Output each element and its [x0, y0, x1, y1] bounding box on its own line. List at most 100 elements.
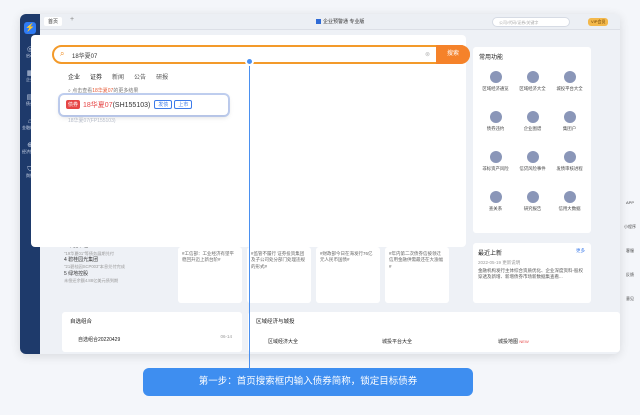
top-bar: 首页 + 企业预警通 专业版 公司/代码/证券/关键字 VIP会员	[40, 14, 620, 30]
portfolio-item[interactable]: 自选组合20220429	[78, 336, 120, 343]
search-box[interactable]: ⌕ 18华夏07 ⊗ 搜索	[52, 45, 470, 64]
region-economy-button[interactable]: 区域经济大全	[268, 338, 298, 345]
news-card[interactable]: #工信部：工业经济有望平稳回升迈上新台阶#	[178, 247, 242, 303]
function-item[interactable]: 城投平台大全	[551, 65, 588, 105]
function-item[interactable]: 集团户	[551, 105, 588, 145]
latest-updates: 最近上新 更多 2022-05-19 更新说明 金融机构发行主体综合资质优化、企…	[473, 243, 591, 303]
more-link[interactable]: 更多	[576, 248, 585, 254]
function-item[interactable]: 信用大数据	[551, 185, 588, 225]
search-input[interactable]: 18华夏07	[72, 51, 97, 60]
function-item[interactable]: 企业图谱	[514, 105, 551, 145]
function-item[interactable]: 研究报告	[514, 185, 551, 225]
latest-text[interactable]: 金融机构发行主体综合资质优化、企业深度资料-股权穿透及新增、新增债券市场新数据集…	[478, 268, 586, 280]
customer-service-button[interactable]: 客服	[620, 248, 640, 272]
function-icon	[563, 191, 576, 203]
hint-suffix: 的更多结果	[113, 88, 139, 94]
bond-code: (SH155103)	[112, 102, 151, 109]
function-label: 债券违约	[486, 126, 505, 131]
top-search-input[interactable]: 公司/代码/证券/关键字	[492, 17, 570, 27]
feedback-button[interactable]: 反馈	[620, 272, 640, 296]
function-label: 研究报告	[523, 206, 542, 211]
function-icon	[526, 191, 539, 203]
portfolio-card: 自选组合 自选组合20220429 06-14	[62, 312, 242, 352]
panel-title: 常用功能	[479, 55, 504, 61]
function-grid: 区域经济通览 区域经济大全 城投平台大全 债券违约 企业图谱 集团户 非标资产风…	[477, 65, 589, 225]
latest-title: 最近上新	[478, 251, 503, 257]
function-label: 信贷风险事件	[519, 166, 546, 171]
function-item[interactable]: 区域经济通览	[477, 65, 514, 105]
function-label: 信用大数据	[558, 206, 581, 211]
app-download-button[interactable]: APP	[620, 200, 640, 224]
function-label: 区域经济大全	[519, 86, 546, 91]
new-badge: NEW	[519, 339, 529, 344]
tab-home[interactable]: 首页	[44, 17, 63, 26]
region-title: 区域经济与城投	[256, 319, 295, 325]
function-icon	[489, 71, 502, 83]
lgfv-platform-button[interactable]: 城投平台大全	[382, 338, 412, 345]
function-item[interactable]: 发债审核进程	[551, 145, 588, 185]
function-label: 区域经济通览	[482, 86, 509, 91]
function-icon	[526, 111, 539, 123]
add-tab-icon[interactable]: +	[70, 16, 74, 23]
latest-date: 2022-05-19 更新说明	[478, 260, 521, 265]
lgfv-map-button[interactable]: 城投地图 NEW	[498, 338, 529, 345]
hot-events-list: 1 华夏幸福"19华夏01"等债务展期兑付 4 碧桂园光集团"21碧桂园SCP0…	[64, 243, 172, 284]
function-item[interactable]: 信贷风险事件	[514, 145, 551, 185]
tab-news[interactable]: 新闻	[112, 75, 124, 81]
function-icon	[489, 111, 502, 123]
callout-dot	[245, 57, 254, 66]
list-item-sub: 未偿还余额4.88亿美元债到期	[64, 278, 119, 284]
tab-securities[interactable]: 证券	[90, 75, 102, 81]
faded-result: 18华夏07(FP155103)	[68, 118, 116, 124]
bond-result-item[interactable]: 债券 18华夏07(SH155103) 发债 上市	[60, 95, 228, 115]
function-icon	[489, 191, 502, 203]
common-functions-panel: 常用功能 区域经济通览 区域经济大全 城投平台大全 债券违约 企业图谱 集团户 …	[473, 47, 591, 233]
search-button[interactable]: 搜索	[436, 45, 470, 64]
function-item[interactable]: 非标资产风险	[477, 145, 514, 185]
app-brand-icon	[316, 19, 321, 25]
function-icon	[563, 71, 576, 83]
bond-name: 18华夏07	[83, 102, 113, 109]
news-card[interactable]: #监管不履行 证券投资集团及子公司处分部门处理违规的形式#	[247, 247, 311, 303]
function-icon	[489, 151, 502, 163]
right-rail: APP 小程序 客服 反馈 意见	[620, 200, 640, 320]
issue-pill[interactable]: 发债	[154, 100, 173, 109]
lgfv-map-label: 城投地图	[498, 339, 519, 345]
function-icon	[526, 151, 539, 163]
portfolio-date: 06-14	[220, 334, 232, 339]
function-item[interactable]: 查关系	[477, 185, 514, 225]
tab-announcements[interactable]: 公告	[134, 75, 146, 81]
function-label: 企业图谱	[523, 126, 542, 131]
vip-badge[interactable]: VIP会员	[588, 18, 609, 26]
app-logo-icon: ⚡	[24, 22, 36, 34]
function-label: 查关系	[488, 206, 503, 211]
clear-icon[interactable]: ⊗	[425, 51, 430, 58]
hint-prefix: 点击查看	[72, 88, 93, 94]
mini-program-button[interactable]: 小程序	[620, 224, 640, 248]
hint-keyword: 18华夏07	[92, 88, 114, 94]
function-label: 集团户	[562, 126, 577, 131]
bond-tag: 债券	[66, 100, 81, 109]
callout-line	[249, 60, 250, 368]
tab-reports[interactable]: 研报	[156, 75, 168, 81]
region-card: 区域经济与城投 区域经济大全 城投平台大全 城投地图 NEW	[248, 312, 620, 352]
step-caption: 第一步：首页搜索框内输入债券简称，锁定目标债券	[143, 368, 473, 396]
function-item[interactable]: 债券违约	[477, 105, 514, 145]
tab-company[interactable]: 企业	[68, 75, 80, 81]
function-item[interactable]: 区域经济大全	[514, 65, 551, 105]
function-label: 城投平台大全	[556, 86, 583, 91]
list-item[interactable]: 5 绿地控股 未偿还余额4.88亿美元债到期	[64, 271, 172, 285]
list-item[interactable]: 4 碧桂园光集团 "21碧桂园SCP003"本息兑付完成	[64, 257, 172, 271]
more-results-hint[interactable]: ⌕ 点击查看18华夏07的更多结果	[68, 87, 138, 94]
function-icon	[526, 71, 539, 83]
portfolio-title: 自选组合	[70, 319, 93, 325]
function-label: 发债审核进程	[556, 166, 583, 171]
listed-pill[interactable]: 上市	[174, 100, 193, 109]
app-title-text: 企业预警通 专业版	[323, 19, 365, 25]
search-category-tabs: 企业 证券 新闻 公告 研报	[68, 72, 178, 81]
suggestion-button[interactable]: 意见	[620, 296, 640, 320]
news-card[interactable]: #年内第二次债券信披领迁 信用金融供需最还在大涨幅#	[385, 247, 449, 303]
news-card[interactable]: #财政部今日在海发行76亿元人民币国债#	[316, 247, 380, 303]
search-icon: ⌕	[60, 49, 65, 58]
app-title: 企业预警通 专业版	[316, 18, 364, 25]
